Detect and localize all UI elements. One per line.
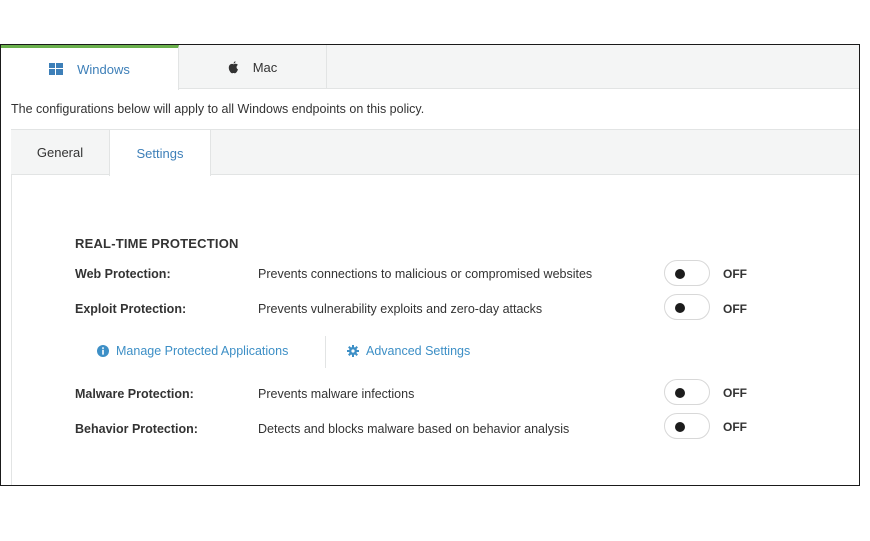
manage-protected-applications-label: Manage Protected Applications [116, 344, 289, 358]
section-title: REAL-TIME PROTECTION [75, 236, 239, 251]
behavior-protection-description: Detects and blocks malware based on beha… [258, 422, 570, 436]
tab-windows[interactable]: Windows [1, 45, 179, 90]
apple-icon [228, 60, 246, 74]
advanced-settings-label: Advanced Settings [366, 344, 471, 358]
os-tab-bar: Windows Mac [1, 45, 859, 90]
tab-general[interactable]: General [11, 130, 109, 175]
advanced-settings-link[interactable]: Advanced Settings [347, 344, 470, 358]
web-protection-description: Prevents connections to malicious or com… [258, 267, 593, 281]
exploit-protection-toggle[interactable] [664, 294, 710, 320]
behavior-protection-label: Behavior Protection: [75, 422, 198, 436]
tab-mac[interactable]: Mac [179, 45, 327, 89]
manage-protected-applications-link[interactable]: Manage Protected Applications [97, 344, 288, 358]
policy-panel: Windows Mac The configurations below wil… [0, 44, 860, 486]
exploit-protection-state: OFF [723, 302, 747, 316]
malware-protection-label: Malware Protection: [75, 387, 194, 401]
web-protection-label: Web Protection: [75, 267, 171, 281]
exploit-protection-label: Exploit Protection: [75, 302, 187, 316]
malware-protection-state: OFF [723, 386, 747, 400]
sub-tab-bar: General Settings [11, 129, 859, 176]
tab-mac-label: Mac [252, 59, 278, 75]
behavior-protection-state: OFF [723, 420, 747, 434]
malware-protection-description: Prevents malware infections [258, 387, 415, 401]
toggle-knob [675, 422, 685, 432]
toggle-knob [675, 269, 685, 279]
web-protection-state: OFF [723, 267, 747, 281]
link-divider [325, 336, 326, 368]
toggle-knob [675, 303, 685, 313]
web-protection-toggle[interactable] [664, 260, 710, 286]
behavior-protection-toggle[interactable] [664, 413, 710, 439]
malware-protection-toggle[interactable] [664, 379, 710, 405]
tab-settings[interactable]: Settings [109, 130, 211, 176]
windows-icon [49, 63, 70, 75]
info-circle-icon [97, 345, 109, 357]
toggle-knob [675, 388, 685, 398]
policy-info-text: The configurations below will apply to a… [11, 102, 425, 116]
tab-windows-label: Windows [77, 61, 130, 77]
exploit-protection-description: Prevents vulnerability exploits and zero… [258, 302, 543, 316]
panel-divider [11, 175, 12, 485]
gear-icon [347, 345, 359, 357]
